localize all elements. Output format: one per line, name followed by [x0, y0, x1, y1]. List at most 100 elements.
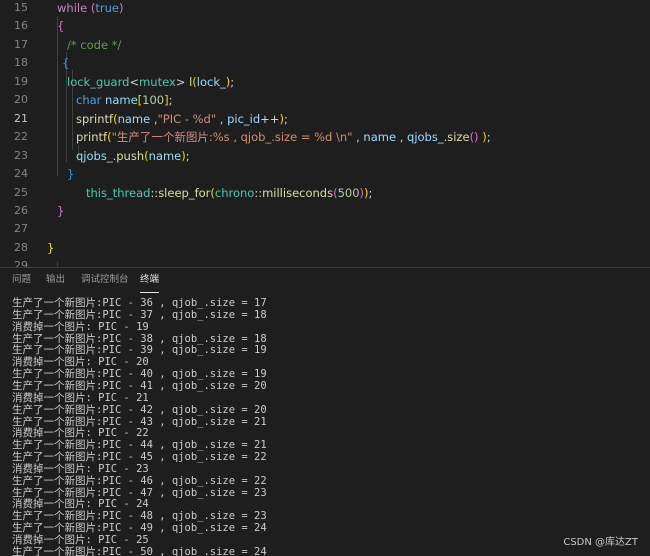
- line-number: 16: [14, 19, 28, 33]
- terminal-line: 生产了一个新图片:PIC - 41 , qjob_.size = 20: [12, 379, 267, 392]
- code-token: printf: [76, 130, 108, 145]
- code-token: <: [129, 74, 140, 89]
- code-token: ;: [230, 74, 235, 89]
- code-token: }: [57, 203, 65, 218]
- code-editor[interactable]: 15 while (true) 16 {17 /* code */ 18 {19 lock_g…: [0, 0, 650, 267]
- line-number: 22: [14, 130, 28, 144]
- code-text: }: [57, 202, 64, 220]
- code-line[interactable]: 27: [0, 220, 650, 238]
- terminal-line: 生产了一个新图片:PIC - 39 , qjob_.size = 19: [12, 344, 267, 357]
- terminal-line: 生产了一个新图片:PIC - 36 , qjob_.size = 17: [12, 297, 267, 309]
- terminal-line: 生产了一个新图片:PIC - 44 , qjob_.size = 21: [12, 439, 267, 452]
- code-line[interactable]: 16 {: [0, 17, 650, 35]
- code-line[interactable]: 26}: [0, 202, 650, 220]
- code-token: lock_guard: [67, 74, 130, 89]
- code-token: true: [95, 1, 119, 15]
- code-text: {: [62, 54, 69, 72]
- code-text: printf("生产了一个新图片:%s , qjob_.size = %d \n…: [76, 128, 491, 146]
- code-token: "生产了一个新图片:%s , qjob_.size = %d \n": [111, 130, 353, 145]
- code-token: ,: [150, 111, 158, 126]
- terminal-line: 生产了一个新图片:PIC - 37 , qjob_.size = 18: [12, 308, 267, 321]
- terminal-line: 生产了一个新图片:PIC - 38 , qjob_.size = 18: [12, 332, 267, 345]
- code-line[interactable]: 21 sprintf(name ,"PIC - %d" , pic_id++);: [0, 110, 650, 128]
- code-token: ;: [368, 185, 373, 200]
- line-number: 24: [14, 167, 28, 181]
- terminal-line: 消费掉一个图片: PIC - 23: [12, 462, 149, 475]
- line-number: 15: [14, 1, 28, 14]
- code-token: ,: [352, 130, 364, 145]
- code-text: this_thread::sleep_for(chrono::milliseco…: [86, 184, 372, 202]
- terminal-line: 消费掉一个图片: PIC - 22: [12, 427, 149, 440]
- terminal-line: 生产了一个新图片:PIC - 48 , qjob_.size = 23: [12, 510, 267, 523]
- tab-output[interactable]: 输出: [46, 268, 65, 292]
- terminal-line: 生产了一个新图片:PIC - 46 , qjob_.size = 22: [12, 474, 267, 487]
- code-token: while: [57, 1, 88, 15]
- code-token: ;: [168, 93, 173, 108]
- code-line[interactable]: 23 qjobs_.push(name);: [0, 147, 650, 165]
- code-line[interactable]: 29: [0, 257, 650, 267]
- code-line[interactable]: 24}: [0, 165, 650, 183]
- code-token: ++: [260, 111, 280, 126]
- code-token: qjobs_: [76, 148, 113, 163]
- terminal-line: 生产了一个新图片:PIC - 45 , qjob_.size = 22: [12, 451, 267, 464]
- panel-tabs: 问题 输出 调试控制台 终端: [0, 268, 650, 294]
- code-token: this_thread: [86, 185, 151, 200]
- code-token: }: [47, 240, 55, 255]
- tab-problems[interactable]: 问题: [12, 268, 31, 292]
- code-token: chrono: [214, 185, 255, 200]
- code-token: ,: [396, 130, 408, 145]
- code-token: pic_id: [227, 111, 261, 126]
- code-token: {: [62, 56, 70, 71]
- code-line[interactable]: 28}: [0, 239, 650, 257]
- code-text: while (true): [57, 0, 123, 17]
- code-token: }: [67, 167, 75, 182]
- code-line[interactable]: 15 while (true): [0, 0, 650, 17]
- code-token: name: [105, 93, 138, 108]
- terminal-line: 消费掉一个图片: PIC - 19: [12, 320, 149, 333]
- code-token: name: [363, 130, 397, 145]
- line-number: 28: [14, 240, 28, 254]
- code-line[interactable]: 17 /* code */: [0, 36, 650, 54]
- bottom-panel: 问题 输出 调试控制台 终端 生产了一个新图片:PIC - 36 , qjob_…: [0, 267, 650, 556]
- code-line[interactable]: 19 lock_guard<mutex> l(lock_);: [0, 73, 650, 91]
- code-token: "PIC - %d": [157, 111, 217, 126]
- vscode-window: 15 while (true) 16 {17 /* code */ 18 {19 lock_g…: [0, 0, 650, 556]
- code-token: ;: [486, 130, 491, 145]
- code-token: ::: [254, 185, 263, 200]
- line-number: 23: [14, 148, 28, 162]
- terminal-line: 生产了一个新图片:PIC - 50 , qjob_.size = 24: [12, 545, 267, 556]
- code-token: milliseconds: [262, 185, 334, 200]
- line-number: 20: [14, 93, 28, 107]
- line-number: 21: [14, 111, 28, 125]
- code-token: sleep_for: [158, 185, 211, 200]
- code-text: lock_guard<mutex> l(lock_);: [67, 73, 234, 91]
- terminal-output[interactable]: 生产了一个新图片:PIC - 36 , qjob_.size = 17 生产了一个…: [0, 297, 650, 556]
- code-line[interactable]: 18 {: [0, 54, 650, 72]
- code-token: >: [175, 74, 190, 89]
- code-token: 500: [337, 185, 360, 200]
- line-number: 26: [14, 203, 28, 217]
- code-text: {: [57, 17, 64, 35]
- line-number: 27: [14, 222, 28, 236]
- code-token: sprintf: [76, 111, 114, 126]
- tab-debug-console[interactable]: 调试控制台: [81, 268, 129, 292]
- code-token: ;: [185, 148, 190, 163]
- line-number: 29: [14, 259, 28, 267]
- terminal-line: 生产了一个新图片:PIC - 43 , qjob_.size = 21: [12, 415, 267, 428]
- code-line[interactable]: 20 char name[100];: [0, 91, 650, 109]
- code-text: sprintf(name ,"PIC - %d" , pic_id++);: [76, 110, 288, 128]
- tab-terminal[interactable]: 终端: [140, 268, 160, 293]
- code-token: /* code */: [67, 37, 122, 52]
- code-line[interactable]: 25 this_thread::sleep_for(chrono::millise…: [0, 184, 650, 202]
- code-token: mutex: [139, 74, 176, 89]
- code-token: qjobs_: [407, 130, 444, 145]
- code-token: (): [469, 130, 479, 145]
- terminal-line: 生产了一个新图片:PIC - 47 , qjob_.size = 23: [12, 486, 267, 499]
- code-line[interactable]: 22 printf("生产了一个新图片:%s , qjob_.size = %d …: [0, 128, 650, 146]
- terminal-line: 生产了一个新图片:PIC - 49 , qjob_.size = 24: [12, 522, 267, 535]
- terminal-line: 生产了一个新图片:PIC - 42 , qjob_.size = 20: [12, 403, 267, 416]
- code-text: }: [67, 165, 74, 183]
- code-token: size: [447, 130, 470, 145]
- line-number: 17: [14, 37, 28, 51]
- code-token: char: [76, 93, 102, 108]
